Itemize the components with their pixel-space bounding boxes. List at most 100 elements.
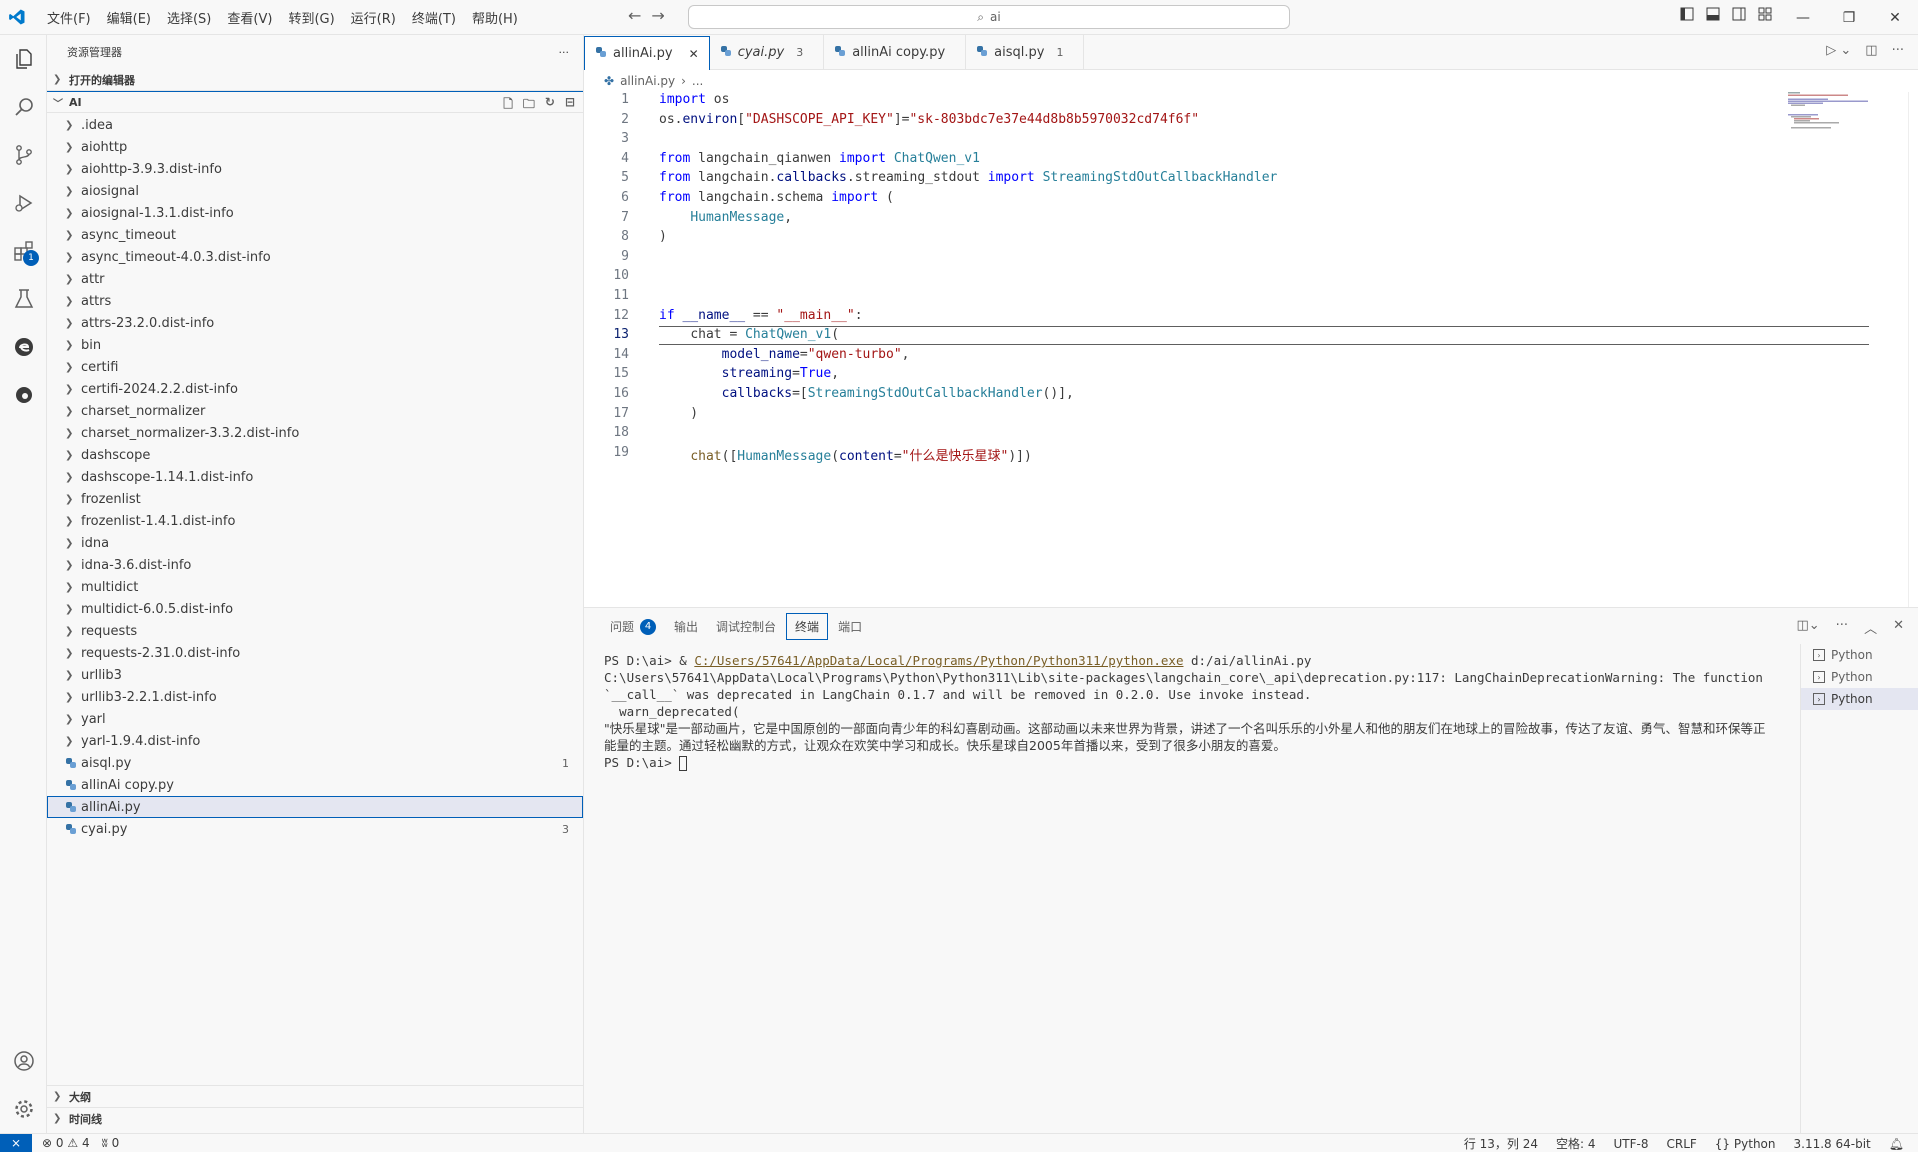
tree-folder[interactable]: ❯ aiohttp bbox=[47, 136, 583, 158]
workspace-folder-header[interactable]: ﹀ AI 🗋 🗀 ↻ ⊟ bbox=[47, 91, 583, 113]
toggle-panel-icon[interactable] bbox=[1706, 7, 1720, 21]
minimap[interactable] bbox=[1788, 92, 1878, 132]
ports-status[interactable]: ʬ 0 bbox=[102, 1136, 120, 1150]
tree-folder[interactable]: ❯ aiosignal-1.3.1.dist-info bbox=[47, 202, 583, 224]
problems-status[interactable]: ⊗ 0 ⚠ 4 bbox=[42, 1136, 90, 1150]
edge-browser-icon[interactable] bbox=[0, 371, 47, 419]
editor-tab[interactable]: allinAi.py ✕ bbox=[584, 36, 710, 70]
panel-tab[interactable]: 端口 bbox=[830, 614, 870, 639]
tree-folder[interactable]: ❯ charset_normalizer-3.3.2.dist-info bbox=[47, 422, 583, 444]
tree-folder[interactable]: ❯ yarl-1.9.4.dist-info bbox=[47, 730, 583, 752]
run-debug-icon[interactable] bbox=[0, 179, 47, 227]
new-file-icon[interactable]: 🗋 bbox=[503, 95, 513, 116]
run-python-file-icon[interactable]: ▷ ⌄ bbox=[1826, 43, 1851, 58]
tree-folder[interactable]: ❯ frozenlist-1.4.1.dist-info bbox=[47, 510, 583, 532]
notifications-bell-icon[interactable]: 🔔︎ bbox=[1889, 1137, 1904, 1151]
toggle-sidebar-icon[interactable] bbox=[1680, 7, 1694, 21]
panel-tab[interactable]: 调试控制台 bbox=[708, 614, 784, 639]
tree-folder[interactable]: ❯ aiohttp-3.9.3.dist-info bbox=[47, 158, 583, 180]
minimize-icon[interactable]: — bbox=[1780, 0, 1826, 35]
menu-item[interactable]: 选择(S) bbox=[160, 4, 218, 31]
language-mode[interactable]: {} Python bbox=[1715, 1137, 1776, 1151]
terminal-instance[interactable]: › Python bbox=[1801, 644, 1918, 666]
tree-folder[interactable]: ❯ dashscope bbox=[47, 444, 583, 466]
tree-folder[interactable]: ❯ attrs-23.2.0.dist-info bbox=[47, 312, 583, 334]
terminal-instance[interactable]: › Python bbox=[1801, 688, 1918, 710]
tree-folder[interactable]: ❯ async_timeout bbox=[47, 224, 583, 246]
settings-gear-icon[interactable] bbox=[0, 1085, 47, 1133]
extensions-icon[interactable]: 1 bbox=[0, 227, 47, 275]
new-folder-icon[interactable]: 🗀 bbox=[523, 95, 535, 116]
menu-item[interactable]: 帮助(H) bbox=[465, 4, 525, 31]
python-interpreter[interactable]: 3.11.8 64-bit bbox=[1794, 1137, 1871, 1151]
editor-tab[interactable]: cyai.py 3 bbox=[710, 35, 825, 70]
code-editor[interactable]: 1 import os 2 os.environ["DASHSCOPE_API_KEY… bbox=[584, 92, 1918, 607]
more-panel-actions-icon[interactable]: ··· bbox=[1836, 618, 1848, 637]
tree-folder[interactable]: ❯ bin bbox=[47, 334, 583, 356]
remote-indicator-icon[interactable]: ⨯ bbox=[0, 1133, 32, 1152]
more-actions-icon[interactable]: ··· bbox=[559, 46, 570, 59]
tree-folder[interactable]: ❯ .idea bbox=[47, 114, 583, 136]
search-sidebar-icon[interactable] bbox=[0, 83, 47, 131]
tree-folder[interactable]: ❯ attr bbox=[47, 268, 583, 290]
collapse-all-icon[interactable]: ⊟ bbox=[565, 95, 575, 116]
tree-file[interactable]: aisql.py 1 bbox=[47, 752, 583, 774]
end-of-line[interactable]: CRLF bbox=[1666, 1137, 1696, 1151]
tree-folder[interactable]: ❯ frozenlist bbox=[47, 488, 583, 510]
editor-tab[interactable]: aisql.py 1 bbox=[966, 35, 1085, 70]
close-tab-icon[interactable]: ✕ bbox=[689, 47, 699, 61]
tree-file[interactable]: allinAi copy.py bbox=[47, 774, 583, 796]
tree-folder[interactable]: ❯ certifi bbox=[47, 356, 583, 378]
menu-item[interactable]: 转到(G) bbox=[281, 4, 341, 31]
editor-scrollbar[interactable] bbox=[1908, 92, 1918, 607]
outline-section[interactable]: ❯ 大纲 bbox=[47, 1085, 583, 1107]
terminal-output[interactable]: PS D:\ai> & C:/Users/57641/AppData/Local… bbox=[604, 652, 1774, 771]
tree-folder[interactable]: ❯ attrs bbox=[47, 290, 583, 312]
panel-tab[interactable]: 终端 bbox=[786, 613, 829, 640]
terminal-instance[interactable]: › Python bbox=[1801, 666, 1918, 688]
tree-folder[interactable]: ❯ urllib3 bbox=[47, 664, 583, 686]
explorer-icon[interactable] bbox=[0, 35, 47, 83]
panel-tab[interactable]: 问题 4 bbox=[602, 614, 664, 639]
menu-item[interactable]: 查看(V) bbox=[220, 4, 279, 31]
tree-folder[interactable]: ❯ requests bbox=[47, 620, 583, 642]
breadcrumb-file[interactable]: allinAi.py bbox=[620, 74, 675, 88]
tree-folder[interactable]: ❯ requests-2.31.0.dist-info bbox=[47, 642, 583, 664]
timeline-section[interactable]: ❯ 时间线 bbox=[47, 1107, 583, 1129]
split-editor-icon[interactable]: ◫ bbox=[1865, 43, 1877, 58]
tree-folder[interactable]: ❯ yarl bbox=[47, 708, 583, 730]
testing-icon[interactable] bbox=[0, 275, 47, 323]
tree-file[interactable]: allinAi.py bbox=[47, 796, 583, 818]
accounts-icon[interactable] bbox=[0, 1037, 47, 1085]
tree-folder[interactable]: ❯ async_timeout-4.0.3.dist-info bbox=[47, 246, 583, 268]
menu-item[interactable]: 文件(F) bbox=[40, 4, 98, 31]
encoding[interactable]: UTF-8 bbox=[1614, 1137, 1649, 1151]
refresh-icon[interactable]: ↻ bbox=[545, 95, 555, 116]
editor-tab[interactable]: allinAi copy.py bbox=[824, 35, 967, 70]
maximize-panel-icon[interactable]: ︿ bbox=[1864, 618, 1877, 637]
python-exe-link[interactable]: C:/Users/57641/AppData/Local/Programs/Py… bbox=[694, 653, 1183, 668]
tree-folder[interactable]: ❯ idna-3.6.dist-info bbox=[47, 554, 583, 576]
command-center-search[interactable]: ⌕ ai bbox=[688, 5, 1290, 29]
more-editor-actions-icon[interactable]: ··· bbox=[1892, 43, 1904, 58]
tree-folder[interactable]: ❯ urllib3-2.2.1.dist-info bbox=[47, 686, 583, 708]
split-terminal-icon[interactable]: ◫⌄ bbox=[1796, 618, 1819, 637]
forward-arrow-icon[interactable]: → bbox=[651, 6, 664, 25]
close-window-icon[interactable]: ✕ bbox=[1872, 0, 1918, 35]
tree-file[interactable]: cyai.py 3 bbox=[47, 818, 583, 840]
tree-folder[interactable]: ❯ multidict-6.0.5.dist-info bbox=[47, 598, 583, 620]
menu-item[interactable]: 终端(T) bbox=[405, 4, 463, 31]
tree-folder[interactable]: ❯ dashscope-1.14.1.dist-info bbox=[47, 466, 583, 488]
edge-devtools-icon[interactable] bbox=[0, 323, 47, 371]
panel-tab[interactable]: 输出 bbox=[666, 614, 706, 639]
restore-icon[interactable]: ❐ bbox=[1826, 0, 1872, 35]
tree-folder[interactable]: ❯ certifi-2024.2.2.dist-info bbox=[47, 378, 583, 400]
toggle-secondary-sidebar-icon[interactable] bbox=[1732, 7, 1746, 21]
source-control-icon[interactable] bbox=[0, 131, 47, 179]
cursor-position[interactable]: 行 13，列 24 bbox=[1464, 1135, 1538, 1152]
open-editors-section[interactable]: ❯ 打开的编辑器 bbox=[47, 69, 583, 91]
tree-folder[interactable]: ❯ charset_normalizer bbox=[47, 400, 583, 422]
tree-folder[interactable]: ❯ idna bbox=[47, 532, 583, 554]
close-panel-icon[interactable]: ✕ bbox=[1893, 618, 1904, 637]
breadcrumb-rest[interactable]: ... bbox=[692, 74, 703, 88]
